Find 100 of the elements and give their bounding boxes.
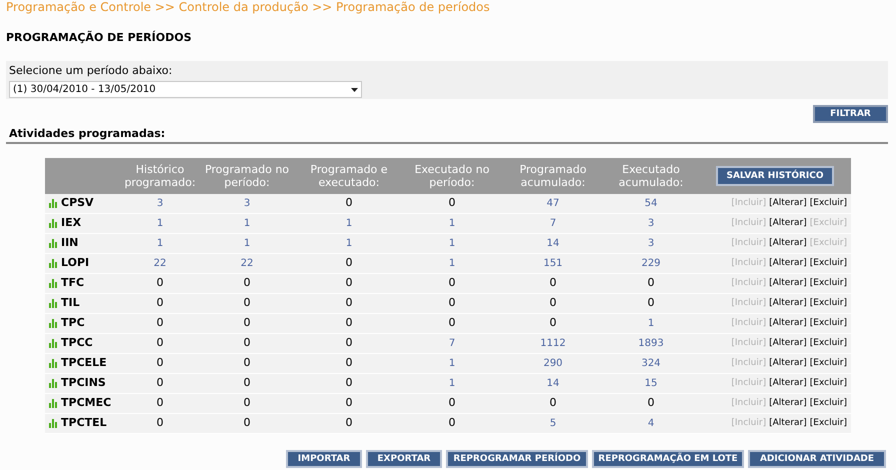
action-link[interactable]: [Alterar] — [769, 376, 807, 390]
table-cell-text: 0 — [156, 395, 164, 412]
bar-chart-icon[interactable] — [49, 219, 58, 228]
table-cell-text: 0 — [346, 295, 352, 312]
table-cell-text: 0 — [550, 295, 556, 312]
value-link[interactable]: 22 — [240, 256, 254, 271]
value-link[interactable]: 1893 — [638, 336, 664, 351]
bar-chart-icon[interactable] — [49, 339, 58, 348]
bar-chart-icon[interactable] — [49, 259, 58, 268]
value-link[interactable]: 4 — [648, 416, 654, 431]
action-link[interactable]: [Excluir] — [810, 416, 847, 430]
value-link[interactable]: 1 — [448, 216, 456, 231]
value-link[interactable]: 229 — [641, 256, 661, 271]
save-history-button[interactable]: SALVAR HISTÓRICO — [716, 166, 834, 186]
bar-chart-icon[interactable] — [49, 319, 58, 328]
value-link[interactable]: 14 — [546, 376, 560, 391]
action-link[interactable]: [Alterar] — [769, 336, 807, 350]
value-link[interactable]: 290 — [543, 356, 563, 371]
activity-name: TIL — [61, 295, 80, 312]
value-link[interactable]: 14 — [546, 236, 560, 251]
bar-chart-icon[interactable] — [49, 199, 58, 208]
table-cell-text: 0 — [346, 255, 352, 272]
table-cell-text: 0 — [346, 395, 352, 412]
column-header: Executado no período: — [414, 163, 490, 189]
value-link[interactable]: 1 — [156, 236, 164, 251]
value-link[interactable]: 151 — [543, 256, 563, 271]
action-link[interactable]: [Alterar] — [769, 416, 807, 430]
table-cell-text: 0 — [346, 355, 352, 372]
table-cell-text: 0 — [346, 415, 352, 432]
table-cell-text: 0 — [346, 375, 352, 392]
table-cell-text: 0 — [550, 315, 556, 332]
action-link[interactable]: [Alterar] — [769, 356, 807, 370]
bar-chart-icon[interactable] — [49, 399, 58, 408]
bar-chart-icon[interactable] — [49, 359, 58, 368]
bar-chart-icon[interactable] — [49, 379, 58, 388]
table-cell-text: 0 — [244, 375, 250, 392]
value-link[interactable]: 22 — [154, 256, 166, 271]
action-button[interactable]: EXPORTAR — [366, 450, 442, 468]
table-cell-text: 0 — [156, 375, 164, 392]
action-button[interactable]: ADICIONAR ATIVIDADE — [748, 450, 886, 468]
action-button[interactable]: IMPORTAR — [286, 450, 362, 468]
value-link[interactable]: 3 — [156, 196, 164, 211]
action-link[interactable]: [Alterar] — [769, 256, 807, 270]
action-link[interactable]: [Alterar] — [769, 316, 807, 330]
value-link[interactable]: 47 — [546, 196, 560, 211]
value-link[interactable]: 1 — [448, 376, 456, 391]
action-link[interactable]: [Alterar] — [769, 236, 807, 250]
value-link[interactable]: 1 — [346, 236, 352, 251]
value-link[interactable]: 324 — [641, 356, 661, 371]
bar-chart-icon[interactable] — [49, 419, 58, 428]
value-link[interactable]: 3 — [648, 216, 654, 231]
action-link[interactable]: [Alterar] — [769, 296, 807, 310]
table-cell-text: 0 — [156, 315, 164, 332]
value-link[interactable]: 1 — [244, 216, 250, 231]
action-link[interactable]: [Excluir] — [810, 276, 847, 290]
value-link[interactable]: 54 — [644, 196, 658, 211]
activity-name: IEX — [61, 215, 82, 232]
value-link[interactable]: 5 — [550, 416, 556, 431]
action-link[interactable]: [Alterar] — [769, 396, 807, 410]
value-link[interactable]: 7 — [550, 216, 556, 231]
bar-chart-icon[interactable] — [49, 239, 58, 248]
value-link[interactable]: 1 — [448, 356, 456, 371]
value-link[interactable]: 15 — [644, 376, 658, 391]
action-link[interactable]: [Alterar] — [769, 216, 807, 230]
action-link[interactable]: [Excluir] — [810, 196, 847, 210]
value-link[interactable]: 1 — [648, 316, 654, 331]
value-link[interactable]: 1 — [448, 236, 456, 251]
action-link[interactable]: [Excluir] — [810, 376, 847, 390]
value-link[interactable]: 1112 — [540, 336, 566, 351]
bar-chart-icon[interactable] — [49, 299, 58, 308]
action-link[interactable]: [Excluir] — [810, 296, 847, 310]
value-link[interactable]: 1 — [244, 236, 250, 251]
action-link[interactable]: [Excluir] — [810, 396, 847, 410]
action-link[interactable]: [Excluir] — [810, 316, 847, 330]
value-link[interactable]: 1 — [346, 216, 352, 231]
value-link[interactable]: 7 — [448, 336, 456, 351]
activity-name: TPCTEL — [61, 415, 107, 432]
table-cell-text: 0 — [244, 275, 250, 292]
table-cell-text: 0 — [156, 335, 164, 352]
activity-name: TPCMEC — [61, 395, 112, 412]
action-link[interactable]: [Alterar] — [769, 276, 807, 290]
action-button[interactable]: REPROGRAMAÇÃO EM LOTE — [592, 450, 744, 468]
action-link[interactable]: [Alterar] — [769, 196, 807, 210]
action-button[interactable]: REPROGRAMAR PERÍODO — [446, 450, 588, 468]
filter-button[interactable]: FILTRAR — [813, 105, 888, 123]
table-cell-text: 0 — [244, 295, 250, 312]
value-link[interactable]: 3 — [648, 236, 654, 251]
action-link[interactable]: [Excluir] — [810, 256, 847, 270]
bar-chart-icon[interactable] — [49, 279, 58, 288]
dropdown-icon — [351, 88, 358, 92]
action-link[interactable]: [Excluir] — [810, 336, 847, 350]
value-link[interactable]: 1 — [156, 216, 164, 231]
period-select[interactable]: (1) 30/04/2010 - 13/05/2010 — [9, 81, 362, 98]
table-cell-text: 0 — [448, 195, 456, 212]
table-cell-text: 0 — [448, 295, 456, 312]
value-link[interactable]: 1 — [448, 256, 456, 271]
activity-name: TPCC — [61, 335, 93, 352]
action-link[interactable]: [Excluir] — [810, 356, 847, 370]
value-link[interactable]: 3 — [244, 196, 250, 211]
table-cell-text: 0 — [346, 315, 352, 332]
